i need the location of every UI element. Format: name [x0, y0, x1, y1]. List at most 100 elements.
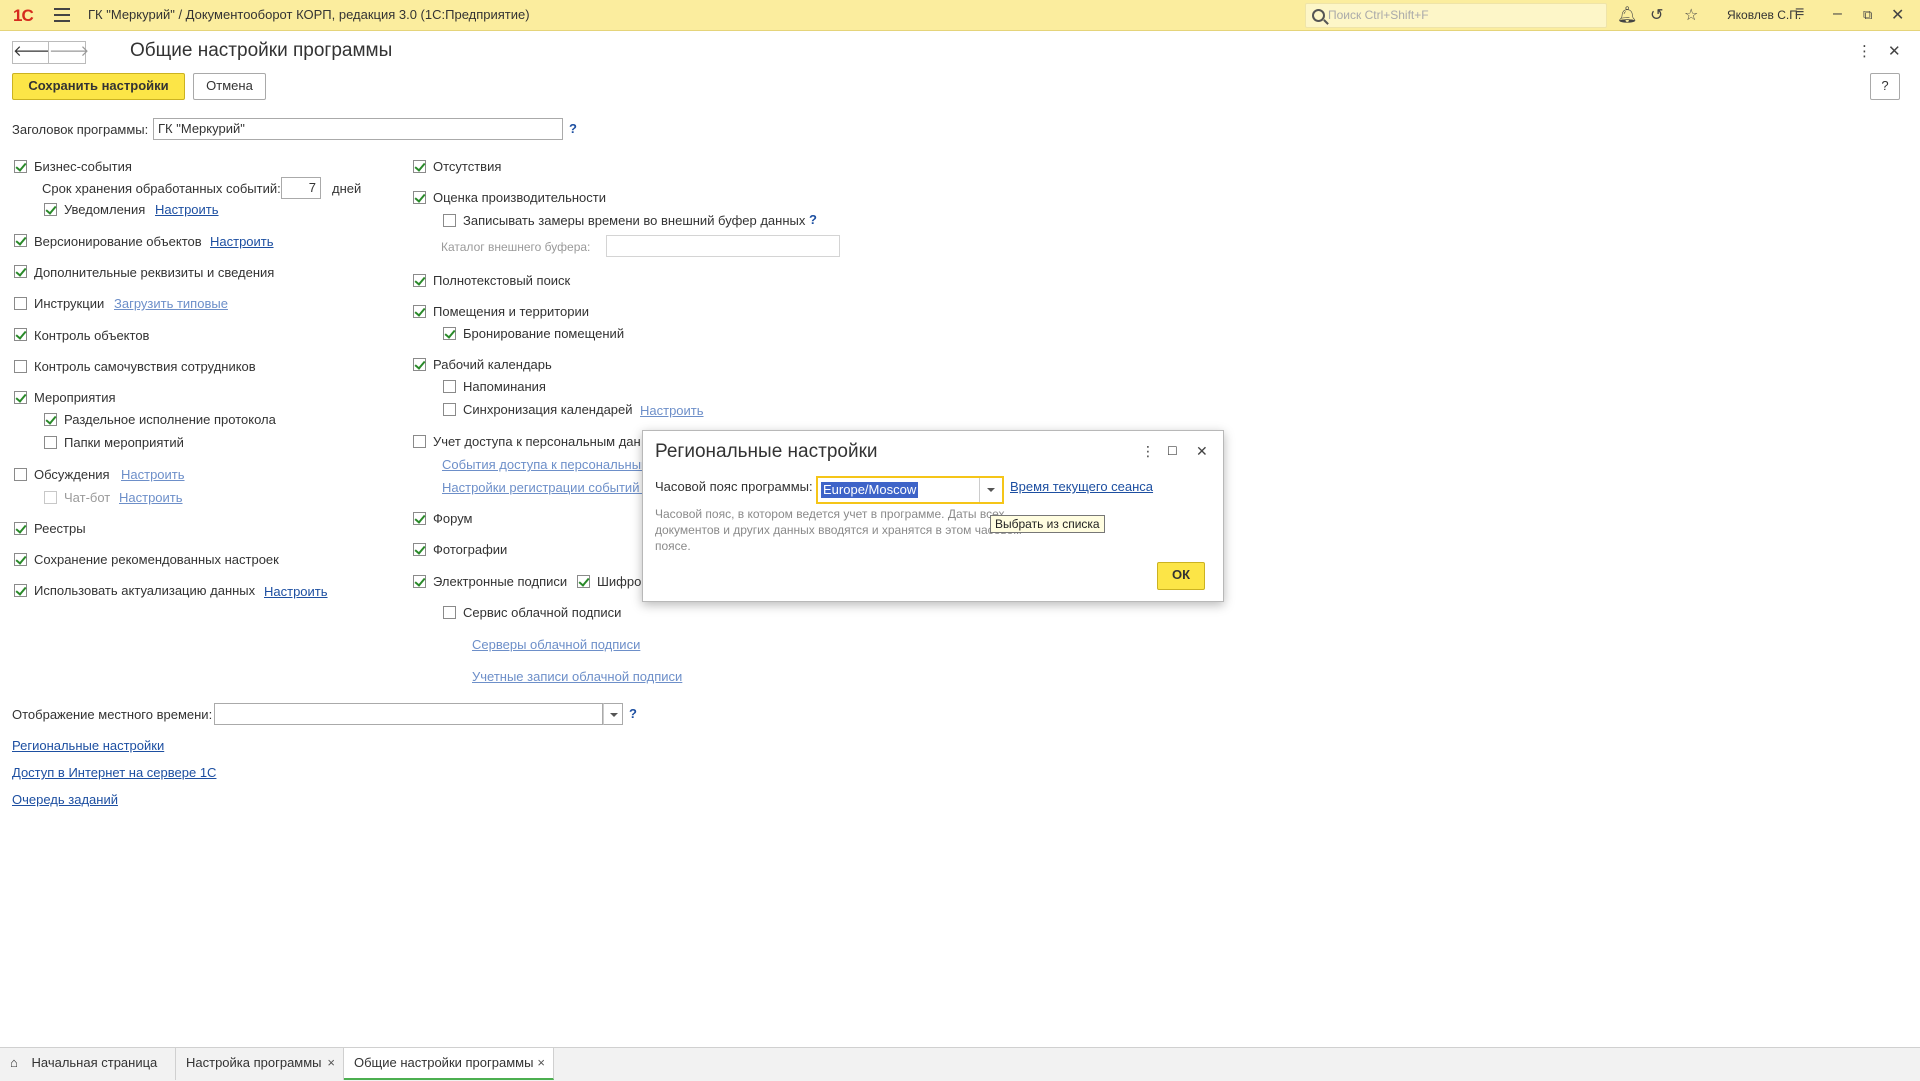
write-measurements-checkbox[interactable] [443, 214, 456, 227]
local-time-select[interactable] [214, 703, 603, 725]
load-standard-instructions-link[interactable]: Загрузить типовые [114, 296, 228, 311]
cloud-signature-service-checkbox[interactable] [443, 606, 456, 619]
notifications-configure-link[interactable]: Настроить [155, 202, 219, 217]
restore-icon[interactable]: ⧉ [1863, 7, 1872, 23]
work-calendar-label: Рабочий календарь [433, 357, 552, 372]
save-settings-button[interactable]: Сохранить настройки [12, 73, 185, 100]
registries-label: Реестры [34, 521, 86, 536]
job-queue-link[interactable]: Очередь заданий [12, 792, 118, 807]
retention-days-input[interactable]: 7 [281, 177, 321, 199]
discussions-configure-link[interactable]: Настроить [121, 467, 185, 482]
write-measurements-label: Записывать замеры времени во внешний буф… [463, 213, 806, 228]
calendar-sync-label: Синхронизация календарей [463, 402, 633, 417]
separate-protocol-checkbox[interactable] [44, 413, 57, 426]
data-actualization-configure-link[interactable]: Настроить [264, 584, 328, 599]
program-title-label: Заголовок программы: [12, 122, 149, 137]
events-label: Мероприятия [34, 390, 116, 405]
tab-program-settings-label: Настройка программы [186, 1055, 322, 1070]
versioning-configure-link[interactable]: Настроить [210, 234, 274, 249]
encryption-checkbox[interactable] [577, 575, 590, 588]
star-icon[interactable]: ☆ [1684, 5, 1698, 25]
session-time-link[interactable]: Время текущего сеанса [1010, 479, 1153, 494]
forum-checkbox[interactable] [413, 512, 426, 525]
select-from-list-tooltip: Выбрать из списка [990, 515, 1105, 533]
photos-label: Фотографии [433, 542, 508, 557]
search-input[interactable]: Поиск Ctrl+Shift+F [1305, 3, 1607, 28]
calendar-sync-checkbox[interactable] [443, 403, 456, 416]
reminders-checkbox[interactable] [443, 380, 456, 393]
local-time-help-icon[interactable]: ? [629, 706, 637, 721]
tab-program-settings[interactable]: Настройка программы × [176, 1048, 344, 1080]
regional-settings-link[interactable]: Региональные настройки [12, 738, 164, 753]
extra-attributes-label: Дополнительные реквизиты и сведения [34, 265, 275, 280]
business-events-checkbox[interactable] [14, 160, 27, 173]
business-events-label: Бизнес-события [34, 159, 132, 174]
personal-access-checkbox[interactable] [413, 435, 426, 448]
cloud-signature-servers-link[interactable]: Серверы облачной подписи [472, 637, 640, 652]
discussions-checkbox[interactable] [14, 468, 27, 481]
main-menu-icon[interactable] [54, 8, 70, 22]
close-window-icon[interactable]: ✕ [1891, 5, 1904, 25]
bell-icon[interactable]: 🔔︎ [1617, 5, 1637, 25]
events-checkbox[interactable] [14, 391, 27, 404]
personal-access-events-link[interactable]: События доступа к персональным [442, 457, 650, 472]
wellbeing-control-checkbox[interactable] [14, 360, 27, 373]
timezone-value: Europe/Moscow [821, 482, 919, 498]
regional-settings-dialog: Региональные настройки ⋮ ☐ ✕ Часовой поя… [642, 430, 1224, 602]
chatbot-configure-link[interactable]: Настроить [119, 490, 183, 505]
photos-checkbox[interactable] [413, 543, 426, 556]
timezone-dropdown-icon[interactable] [979, 478, 1002, 502]
help-button[interactable]: ? [1870, 73, 1900, 100]
registries-checkbox[interactable] [14, 522, 27, 535]
work-calendar-checkbox[interactable] [413, 358, 426, 371]
more-actions-icon[interactable]: ⋮ [1857, 42, 1872, 60]
versioning-label: Версионирование объектов [34, 234, 202, 249]
personal-access-registration-link[interactable]: Настройки регистрации событий д [442, 480, 651, 495]
internet-access-link[interactable]: Доступ в Интернет на сервере 1С [12, 765, 216, 780]
calendar-sync-configure-link[interactable]: Настроить [640, 403, 704, 418]
write-measurements-help-icon[interactable]: ? [809, 212, 817, 227]
settings-menu-icon[interactable]: ≡ [1795, 4, 1804, 22]
tab-general-settings[interactable]: Общие настройки программы × [344, 1048, 554, 1080]
cloud-signature-accounts-link[interactable]: Учетные записи облачной подписи [472, 669, 682, 684]
ok-button[interactable]: ОК [1157, 562, 1205, 590]
dialog-maximize-icon[interactable]: ☐ [1167, 444, 1178, 458]
program-title-help-icon[interactable]: ? [569, 121, 577, 136]
retention-unit-label: дней [332, 181, 362, 196]
timezone-input[interactable]: Europe/Moscow [816, 476, 1004, 504]
tab-close-icon[interactable]: × [537, 1048, 545, 1078]
data-actualization-checkbox[interactable] [14, 584, 27, 597]
minimize-icon[interactable]: – [1833, 5, 1842, 23]
forward-button[interactable]: 🡒 [48, 41, 89, 64]
close-form-icon[interactable]: ✕ [1888, 42, 1901, 60]
e-signatures-checkbox[interactable] [413, 575, 426, 588]
tab-home[interactable]: ⌂ Начальная страница [0, 1048, 176, 1080]
extra-attributes-checkbox[interactable] [14, 265, 27, 278]
program-title-input[interactable]: ГК "Меркурий" [153, 118, 563, 140]
objects-control-label: Контроль объектов [34, 328, 150, 343]
cancel-button[interactable]: Отмена [193, 73, 266, 100]
discussions-label: Обсуждения [34, 467, 110, 482]
tab-close-icon[interactable]: × [327, 1048, 335, 1078]
recommended-settings-checkbox[interactable] [14, 553, 27, 566]
event-folders-checkbox[interactable] [44, 436, 57, 449]
instructions-checkbox[interactable] [14, 297, 27, 310]
title-bar: 1С ГК "Меркурий" / Документооборот КОРП,… [0, 0, 1920, 31]
objects-control-checkbox[interactable] [14, 328, 27, 341]
user-name[interactable]: Яковлев С.П. [1727, 8, 1801, 22]
premises-checkbox[interactable] [413, 305, 426, 318]
fulltext-search-checkbox[interactable] [413, 274, 426, 287]
chatbot-checkbox[interactable] [44, 491, 57, 504]
external-buffer-input[interactable] [606, 235, 840, 257]
performance-label: Оценка производительности [433, 190, 606, 205]
dialog-close-icon[interactable]: ✕ [1196, 443, 1208, 460]
versioning-checkbox[interactable] [14, 234, 27, 247]
absences-checkbox[interactable] [413, 160, 426, 173]
performance-checkbox[interactable] [413, 191, 426, 204]
local-time-dropdown-icon[interactable] [603, 703, 623, 725]
notifications-checkbox[interactable] [44, 203, 57, 216]
dialog-more-icon[interactable]: ⋮ [1141, 443, 1155, 460]
room-booking-checkbox[interactable] [443, 327, 456, 340]
back-button[interactable]: 🡐 [12, 41, 53, 64]
history-icon[interactable]: ↺ [1650, 5, 1663, 25]
